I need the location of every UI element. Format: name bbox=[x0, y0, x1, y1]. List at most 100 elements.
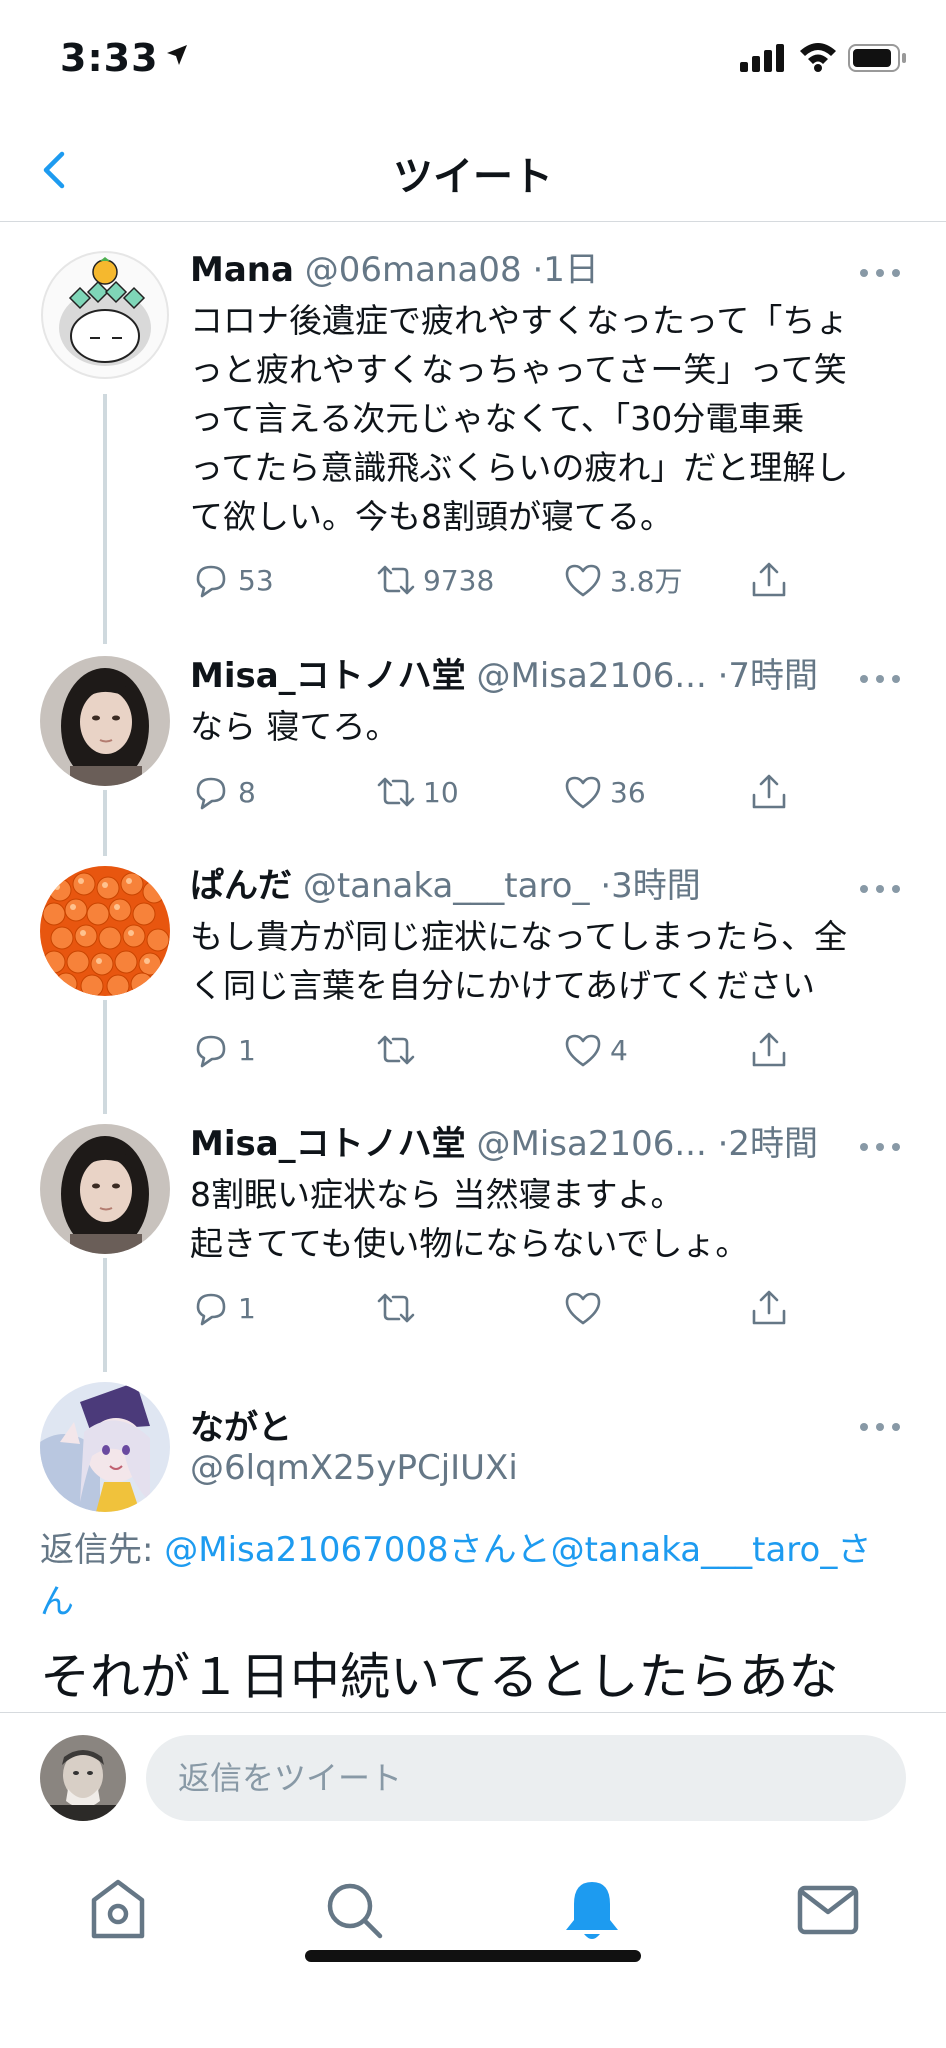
reply-bubble-icon bbox=[196, 1293, 226, 1326]
reply-bubble-icon bbox=[196, 1035, 226, 1068]
heart-icon bbox=[565, 776, 601, 809]
tweet-actions: 8 10 36 bbox=[190, 768, 830, 816]
page-title: ツイート bbox=[393, 154, 553, 200]
reply-count: 8 bbox=[238, 775, 256, 809]
retweet-count: 9738 bbox=[423, 563, 495, 597]
display-name[interactable]: Misa_コトノハ堂 bbox=[190, 656, 466, 696]
reply-count: 1 bbox=[238, 1291, 256, 1325]
share-icon bbox=[752, 1290, 786, 1325]
avatar-image bbox=[40, 1124, 170, 1254]
like-button[interactable]: 4 bbox=[562, 1026, 628, 1074]
tweet-item[interactable]: Misa_コトノハ堂 @Misa2106... ·7時間 なら 寝てろ。 8 1… bbox=[0, 654, 946, 810]
reply-to-prefix: 返信先: bbox=[40, 1530, 165, 1570]
tab-search[interactable] bbox=[314, 1870, 394, 1950]
avatar[interactable] bbox=[40, 1382, 170, 1512]
cellular-signal-icon bbox=[740, 44, 786, 72]
tweet-actions: 1 bbox=[190, 1284, 830, 1332]
search-icon bbox=[327, 1883, 383, 1939]
display-name[interactable]: Misa_コトノハ堂 bbox=[190, 1124, 466, 1164]
reply-button[interactable]: 8 bbox=[190, 768, 256, 816]
tweet-header: Misa_コトノハ堂 @Misa2106... ·7時間 bbox=[190, 654, 818, 698]
user-handle[interactable]: @Misa2106... bbox=[476, 656, 706, 696]
display-name[interactable]: ぱんだ bbox=[190, 866, 292, 906]
retweet-button[interactable] bbox=[375, 1026, 423, 1074]
like-count: 3.8万 bbox=[610, 565, 683, 598]
reply-count: 53 bbox=[238, 563, 274, 597]
tweet-text: なら 寝てろ。 bbox=[190, 707, 399, 746]
tweet-header: ぱんだ @tanaka___taro_ ·3時間 bbox=[190, 864, 701, 908]
home-indicator bbox=[305, 1950, 641, 1962]
avatar[interactable] bbox=[40, 250, 170, 380]
share-icon bbox=[752, 774, 786, 809]
avatar-image bbox=[40, 656, 170, 786]
tab-bar bbox=[0, 1848, 946, 2048]
tweet-item[interactable]: Mana @06mana08 ·1日 コロナ後遺症で疲れやすくなったって「ちょ … bbox=[0, 250, 946, 620]
user-handle[interactable]: @06mana08 bbox=[305, 250, 522, 290]
tab-messages[interactable] bbox=[788, 1870, 868, 1950]
heart-icon bbox=[565, 564, 601, 597]
home-icon bbox=[91, 1879, 145, 1939]
tweet-actions: 1 4 bbox=[190, 1026, 830, 1074]
avatar[interactable] bbox=[40, 1124, 170, 1254]
avatar[interactable] bbox=[40, 1735, 126, 1821]
more-dots-icon[interactable] bbox=[860, 880, 904, 896]
like-button[interactable]: 3.8万 bbox=[562, 556, 683, 604]
location-arrow-icon bbox=[166, 45, 187, 65]
share-button[interactable] bbox=[748, 1026, 790, 1074]
retweet-icon bbox=[377, 1293, 415, 1323]
tab-notifications[interactable] bbox=[552, 1870, 632, 1950]
reply-to-link-tanaka[interactable]: @tanaka___taro_さ bbox=[551, 1530, 872, 1570]
wifi-icon bbox=[800, 43, 836, 72]
like-button[interactable] bbox=[562, 1284, 610, 1332]
reply-composer bbox=[0, 1712, 946, 1848]
like-count: 4 bbox=[610, 1033, 628, 1067]
avatar[interactable] bbox=[40, 656, 170, 786]
user-handle[interactable]: @tanaka___taro_ bbox=[303, 866, 590, 906]
retweet-icon bbox=[377, 777, 415, 807]
display-name[interactable]: ながと bbox=[190, 1400, 292, 1449]
avatar-image bbox=[40, 1735, 126, 1821]
tweet-time: ·2時間 bbox=[717, 1124, 819, 1164]
retweet-count: 10 bbox=[423, 775, 459, 809]
display-name[interactable]: Mana bbox=[190, 250, 294, 290]
reply-to-link-misa[interactable]: @Misa21067008さんと bbox=[164, 1530, 550, 1570]
tweet-text: もし貴方が同じ症状になってしまったら、全 く同じ言葉を自分にかけてあげてください bbox=[190, 917, 848, 1005]
retweet-icon bbox=[377, 565, 415, 595]
more-dots-icon[interactable] bbox=[860, 264, 904, 280]
reply-button[interactable]: 1 bbox=[190, 1284, 256, 1332]
tweet-text: コロナ後遺症で疲れやすくなったって「ちょ っと疲れやすくなっちゃってさー笑」って… bbox=[190, 301, 849, 536]
avatar-image bbox=[40, 866, 170, 996]
avatar[interactable] bbox=[40, 866, 170, 996]
share-button[interactable] bbox=[748, 768, 790, 816]
share-button[interactable] bbox=[748, 1284, 790, 1332]
more-dots-icon[interactable] bbox=[860, 1418, 904, 1434]
tweet-item[interactable]: ぱんだ @tanaka___taro_ ·3時間 もし貴方が同じ症状になってしま… bbox=[0, 864, 946, 1068]
heart-icon bbox=[565, 1292, 601, 1325]
tab-home[interactable] bbox=[78, 1870, 158, 1950]
like-button[interactable]: 36 bbox=[562, 768, 646, 816]
reply-button[interactable]: 53 bbox=[190, 556, 274, 604]
more-dots-icon[interactable] bbox=[860, 1138, 904, 1154]
reply-input[interactable] bbox=[146, 1735, 906, 1821]
share-icon bbox=[752, 1032, 786, 1067]
tweet-text: 8割眠い症状なら 当然寝ますよ。 起きてても使い物にならないでしょ。 bbox=[190, 1175, 749, 1263]
reply-bubble-icon bbox=[196, 565, 226, 598]
tweet-header: Misa_コトノハ堂 @Misa2106... ·2時間 bbox=[190, 1122, 818, 1166]
reply-to-link-suffix[interactable]: ん bbox=[40, 1582, 74, 1622]
user-handle[interactable]: @Misa2106... bbox=[476, 1124, 706, 1164]
retweet-button[interactable]: 10 bbox=[375, 768, 459, 816]
retweet-button[interactable] bbox=[375, 1284, 423, 1332]
share-icon bbox=[752, 562, 786, 597]
status-time: 3:33 bbox=[60, 36, 189, 80]
tweet-item[interactable]: Misa_コトノハ堂 @Misa2106... ·2時間 8割眠い症状なら 当然… bbox=[0, 1122, 946, 1326]
messages-envelope-icon bbox=[797, 1885, 859, 1935]
reply-button[interactable]: 1 bbox=[190, 1026, 256, 1074]
nav-header: ツイート bbox=[0, 118, 946, 222]
more-dots-icon[interactable] bbox=[860, 670, 904, 686]
retweet-button[interactable]: 9738 bbox=[375, 556, 494, 604]
heart-icon bbox=[565, 1034, 601, 1067]
status-time-text: 3:33 bbox=[60, 36, 159, 80]
share-button[interactable] bbox=[748, 556, 790, 604]
user-handle[interactable]: @6lqmX25yPCjIUXi bbox=[190, 1448, 518, 1488]
tweet-header: Mana @06mana08 ·1日 bbox=[190, 248, 599, 292]
